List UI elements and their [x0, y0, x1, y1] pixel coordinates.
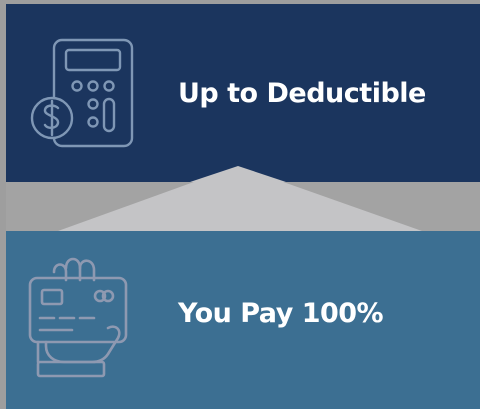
deductible-diagram: Up to Deductible You Pay 100%: [0, 0, 480, 409]
connector-band: [6, 182, 480, 231]
calculator-dollar-icon: [30, 38, 134, 148]
step-label-deductible: Up to Deductible: [178, 78, 426, 109]
credit-card-hand-icon: [28, 257, 128, 378]
step-label-you-pay: You Pay 100%: [178, 298, 384, 329]
